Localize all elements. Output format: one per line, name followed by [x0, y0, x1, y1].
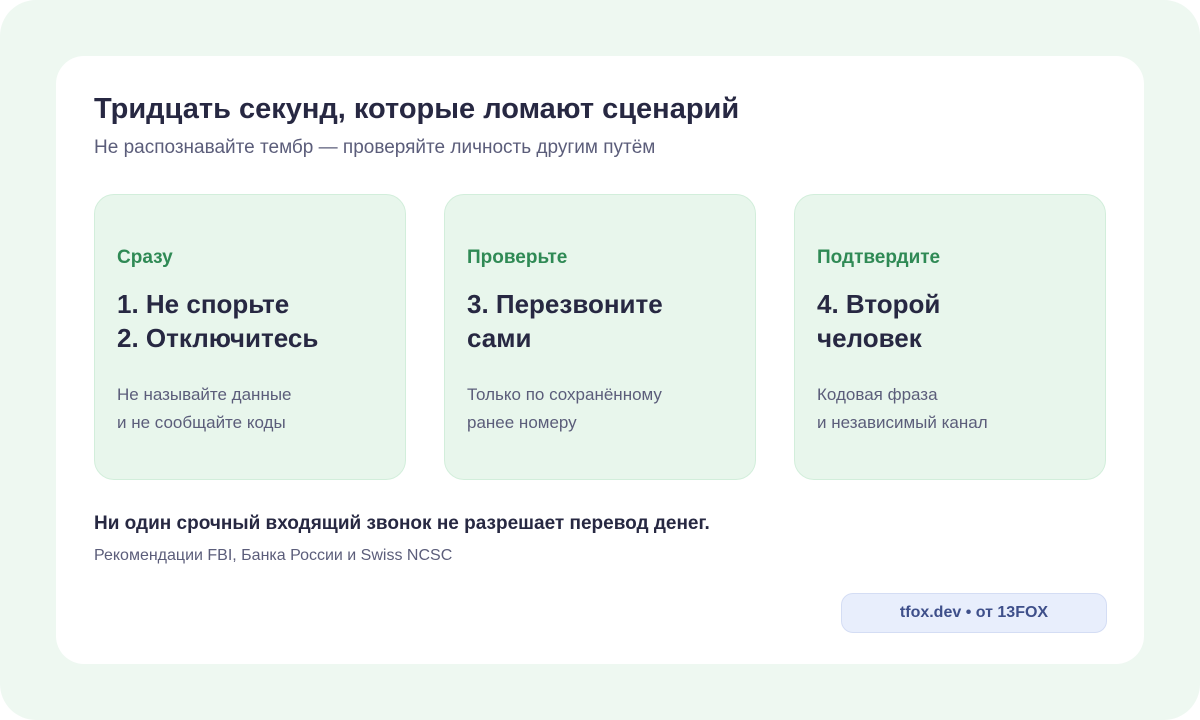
- page-subtitle: Не распознавайте тембр — проверяйте личн…: [94, 137, 656, 158]
- step-tag: Подтвердите: [817, 247, 941, 268]
- step-tag: Проверьте: [467, 247, 568, 268]
- step-tag: Сразу: [117, 247, 173, 268]
- step-heading: 3. Перезвоните сами: [467, 287, 739, 355]
- step-description: Не называйте данные и не сообщайте коды: [117, 381, 389, 437]
- step-description: Кодовая фраза и независимый канал: [817, 381, 1089, 437]
- step-description-line: и независимый канал: [817, 413, 988, 432]
- step-heading-line: 4. Второй: [817, 289, 941, 319]
- brand-badge: tfox.dev • от 13FOX: [841, 593, 1107, 633]
- page-background: Тридцать секунд, которые ломают сценарий…: [0, 0, 1200, 720]
- step-description-line: Только по сохранённому: [467, 385, 662, 404]
- step-heading-line: 2. Отключитесь: [117, 323, 319, 353]
- step-description: Только по сохранённому ранее номеру: [467, 381, 739, 437]
- step-heading-line: 1. Не спорьте: [117, 289, 290, 319]
- step-description-line: ранее номеру: [467, 413, 577, 432]
- step-heading-line: 3. Перезвоните: [467, 289, 663, 319]
- step-card-confirm: Подтвердите 4. Второй человек Кодовая фр…: [794, 194, 1106, 480]
- steps-row: Сразу 1. Не спорьте 2. Отключитесь Не на…: [94, 194, 1106, 480]
- step-description-line: Кодовая фраза: [817, 385, 938, 404]
- step-heading: 4. Второй человек: [817, 287, 1089, 355]
- page-title: Тридцать секунд, которые ломают сценарий: [94, 93, 740, 125]
- content-card: Тридцать секунд, которые ломают сценарий…: [56, 56, 1144, 664]
- step-card-verify: Проверьте 3. Перезвоните сами Только по …: [444, 194, 756, 480]
- step-heading: 1. Не спорьте 2. Отключитесь: [117, 287, 389, 355]
- sources-line: Рекомендации FBI, Банка России и Swiss N…: [94, 547, 453, 564]
- step-card-immediately: Сразу 1. Не спорьте 2. Отключитесь Не на…: [94, 194, 406, 480]
- step-description-line: Не называйте данные: [117, 385, 292, 404]
- step-heading-line: человек: [817, 323, 922, 353]
- step-heading-line: сами: [467, 323, 532, 353]
- key-warning: Ни один срочный входящий звонок не разре…: [94, 513, 710, 534]
- step-description-line: и не сообщайте коды: [117, 413, 286, 432]
